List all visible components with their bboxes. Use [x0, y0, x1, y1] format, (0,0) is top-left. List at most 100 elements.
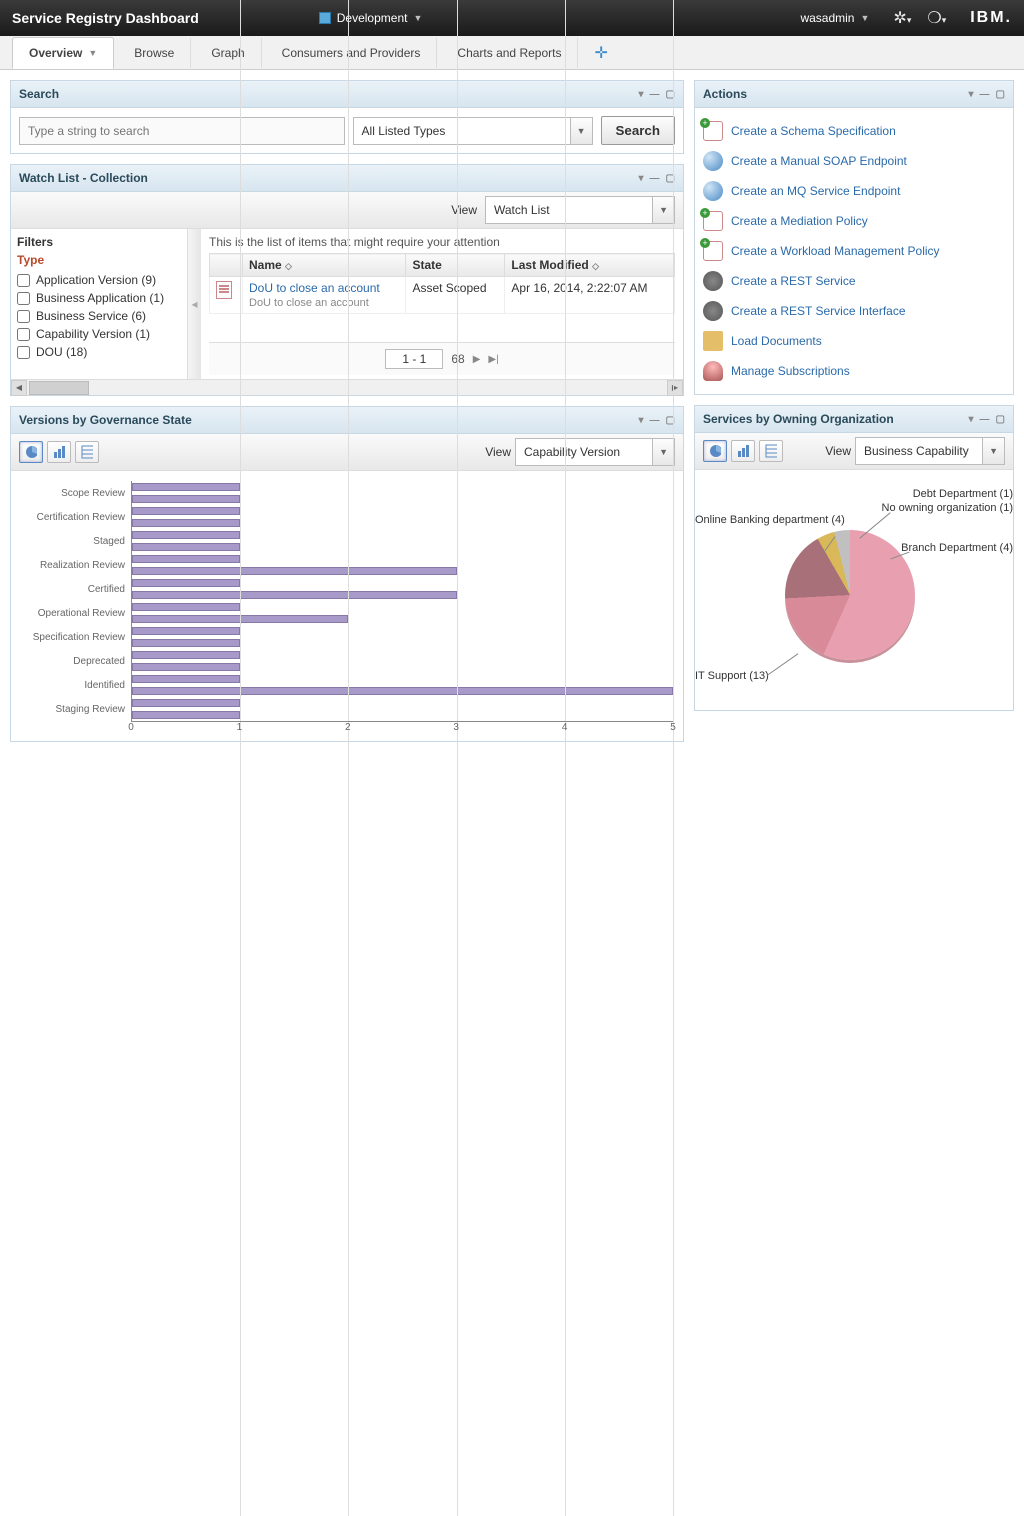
chevron-down-icon[interactable]: ▾	[639, 173, 644, 184]
search-input[interactable]	[19, 117, 345, 145]
horizontal-scrollbar[interactable]: ◀ ▶	[11, 379, 683, 395]
action-item[interactable]: Manage Subscriptions	[703, 356, 1005, 386]
perspective-selector[interactable]: Development ▼	[319, 11, 423, 25]
maximize-icon[interactable]: ▢	[996, 414, 1005, 425]
pie-chart-button[interactable]	[19, 441, 43, 463]
action-link[interactable]: Create a REST Service Interface	[731, 304, 906, 318]
action-icon	[703, 301, 723, 321]
scroll-left-icon[interactable]: ◀	[11, 380, 27, 396]
action-icon	[703, 121, 723, 141]
tab-graph[interactable]: Graph	[195, 38, 261, 68]
chevron-down-icon[interactable]: ▾	[969, 414, 974, 425]
filter-item[interactable]: Business Application (1)	[17, 289, 194, 307]
filter-item[interactable]: DOU (18)	[17, 343, 194, 361]
col-name[interactable]: Name ◇	[243, 254, 406, 277]
table-view-button[interactable]	[75, 441, 99, 463]
chevron-down-icon: ▼	[860, 13, 869, 23]
chevron-down-icon[interactable]: ▾	[969, 89, 974, 100]
add-tab-button[interactable]: ✛	[582, 43, 619, 63]
chevron-down-icon[interactable]: ▾	[639, 415, 644, 426]
user-menu[interactable]: wasadmin ▼	[800, 11, 869, 25]
pie-graphic	[785, 530, 915, 660]
row-sub: DoU to close an account	[249, 297, 369, 309]
bar-row: Certified	[21, 577, 673, 601]
action-item[interactable]: Create a Schema Specification	[703, 116, 1005, 146]
filter-checkbox[interactable]	[17, 346, 30, 359]
minimize-icon[interactable]: —	[980, 414, 990, 425]
maximize-icon[interactable]: ▢	[996, 89, 1005, 100]
filter-item[interactable]: Business Service (6)	[17, 307, 194, 325]
action-link[interactable]: Manage Subscriptions	[731, 364, 850, 378]
tab-browse[interactable]: Browse	[118, 38, 191, 68]
action-link[interactable]: Create an MQ Service Endpoint	[731, 184, 900, 198]
col-state[interactable]: State	[406, 254, 505, 277]
action-item[interactable]: Create a Manual SOAP Endpoint	[703, 146, 1005, 176]
filter-checkbox[interactable]	[17, 292, 30, 305]
view-label: View	[825, 444, 851, 458]
filter-item[interactable]: Capability Version (1)	[17, 325, 194, 343]
types-select[interactable]: All Listed Types ▼	[353, 117, 593, 145]
search-button[interactable]: Search	[601, 116, 675, 145]
bar-row: Specification Review	[21, 625, 673, 649]
action-item[interactable]: Create a REST Service	[703, 266, 1005, 296]
tab-overview[interactable]: Overview▼	[12, 37, 114, 69]
tab-consumers-providers[interactable]: Consumers and Providers	[266, 38, 438, 68]
bar-chart: Scope ReviewCertification ReviewStagedRe…	[11, 471, 683, 741]
next-page-icon[interactable]: ▶	[473, 354, 481, 365]
versions-chart-title: Versions by Governance State	[19, 413, 192, 427]
bar-chart-button[interactable]	[731, 440, 755, 462]
top-bar: Service Registry Dashboard Development ▼…	[0, 0, 1024, 36]
chevron-down-icon: ▼	[413, 13, 422, 23]
chevron-down-icon: ▼	[652, 439, 674, 465]
col-modified[interactable]: Last Modified ◇	[505, 254, 675, 277]
services-view-select[interactable]: Business Capability ▼	[855, 437, 1005, 465]
minimize-icon[interactable]: —	[650, 415, 660, 426]
pie-label-online: Online Banking department (4)	[695, 514, 845, 526]
filter-checkbox[interactable]	[17, 328, 30, 341]
action-icon	[703, 331, 723, 351]
minimize-icon[interactable]: —	[980, 89, 990, 100]
minimize-icon[interactable]: —	[650, 173, 660, 184]
sort-icon: ◇	[285, 261, 292, 271]
action-link[interactable]: Create a Mediation Policy	[731, 214, 868, 228]
action-item[interactable]: Load Documents	[703, 326, 1005, 356]
action-link[interactable]: Create a Workload Management Policy	[731, 244, 940, 258]
action-icon	[703, 181, 723, 201]
table-row[interactable]: DoU to close an account DoU to close an a…	[210, 277, 675, 314]
bar-row: Staging Review	[21, 697, 673, 721]
watchlist-table: Name ◇ State Last Modified ◇ DoU to clos…	[209, 253, 675, 314]
last-page-icon[interactable]: ▶|	[488, 354, 498, 365]
tab-charts-reports[interactable]: Charts and Reports	[441, 38, 578, 68]
action-item[interactable]: Create a Workload Management Policy	[703, 236, 1005, 266]
pie-chart-button[interactable]	[703, 440, 727, 462]
bar-row: Operational Review	[21, 601, 673, 625]
gear-icon[interactable]: ✲▾	[893, 8, 911, 28]
scroll-thumb[interactable]	[29, 381, 89, 395]
page-total: 68	[451, 352, 464, 366]
action-link[interactable]: Create a REST Service	[731, 274, 856, 288]
scroll-right-icon[interactable]: ▶	[667, 380, 683, 396]
pie-label-branch: Branch Department (4)	[901, 542, 1013, 554]
action-link[interactable]: Create a Schema Specification	[731, 124, 896, 138]
minimize-icon[interactable]: —	[650, 89, 660, 100]
versions-chart-panel: Versions by Governance State ▾ — ▢ View …	[10, 406, 684, 742]
watchlist-view-select[interactable]: Watch List ▼	[485, 196, 675, 224]
bar-row: Staged	[21, 529, 673, 553]
action-item[interactable]: Create a Mediation Policy	[703, 206, 1005, 236]
resize-handle[interactable]: ◂	[187, 229, 201, 379]
action-link[interactable]: Create a Manual SOAP Endpoint	[731, 154, 907, 168]
action-link[interactable]: Load Documents	[731, 334, 822, 348]
action-item[interactable]: Create a REST Service Interface	[703, 296, 1005, 326]
filter-checkbox[interactable]	[17, 274, 30, 287]
table-view-button[interactable]	[759, 440, 783, 462]
row-name-link[interactable]: DoU to close an account	[249, 281, 380, 295]
filter-item[interactable]: Application Version (9)	[17, 271, 194, 289]
versions-view-select[interactable]: Capability Version ▼	[515, 438, 675, 466]
bar-chart-button[interactable]	[47, 441, 71, 463]
watchlist-desc: This is the list of items that might req…	[209, 233, 675, 253]
bar-row: Deprecated	[21, 649, 673, 673]
action-item[interactable]: Create an MQ Service Endpoint	[703, 176, 1005, 206]
chevron-down-icon[interactable]: ▾	[639, 89, 644, 100]
help-icon[interactable]: ❍▾	[927, 8, 946, 28]
filter-checkbox[interactable]	[17, 310, 30, 323]
